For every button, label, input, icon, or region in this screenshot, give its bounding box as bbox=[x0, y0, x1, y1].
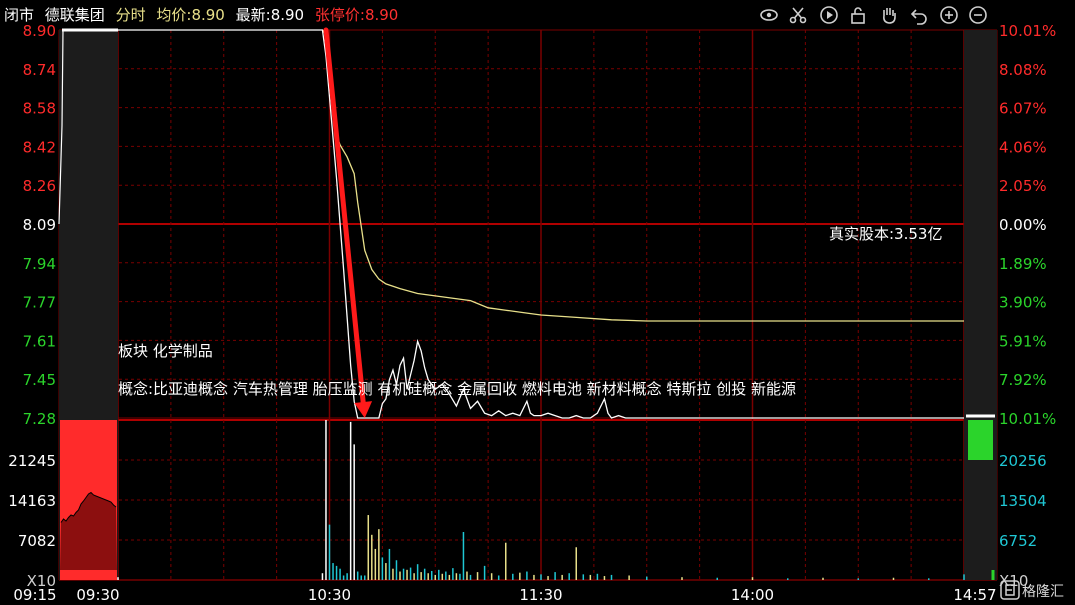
pct-tick-right: 0.00% bbox=[999, 216, 1047, 234]
avg-price-label: 均价: bbox=[156, 6, 192, 24]
zoom-in-icon[interactable] bbox=[938, 4, 960, 26]
time-tick: 10:30 bbox=[308, 586, 351, 604]
concepts-label: 概念:比亚迪概念 汽车热管理 胎压监测 有机硅概念 金属回收 燃料电池 新材料概… bbox=[118, 380, 796, 398]
chart-mode[interactable]: 分时 bbox=[116, 6, 146, 24]
price-tick-left: 8.26 bbox=[23, 177, 56, 195]
hand-icon[interactable] bbox=[878, 4, 900, 26]
pct-tick-right: 8.08% bbox=[999, 61, 1047, 79]
volume-tick-right: 13504 bbox=[999, 492, 1047, 510]
undo-icon[interactable] bbox=[908, 4, 930, 26]
price-tick-left: 8.42 bbox=[23, 138, 56, 156]
last-price-value: 8.90 bbox=[270, 6, 305, 24]
minute-chart: 8.908.748.588.428.268.097.947.777.617.45… bbox=[8, 22, 1056, 604]
pct-tick-right: 5.91% bbox=[999, 332, 1047, 350]
auction-panels bbox=[58, 28, 997, 580]
axis-labels: 8.908.748.588.428.268.097.947.777.617.45… bbox=[8, 22, 1056, 604]
pct-tick-right: 7.92% bbox=[999, 371, 1047, 389]
last-price-label: 最新: bbox=[235, 6, 271, 24]
time-tick: 11:30 bbox=[519, 586, 562, 604]
chart-stage: 8.90 8.74 8.58 8.42 8.26 8.09 7.94 7.77 7.61 7.45… bbox=[0, 0, 1075, 605]
price-tick-left: 7.77 bbox=[23, 294, 56, 312]
watermark-text: 格隆汇 bbox=[1022, 584, 1064, 600]
price-tick-left: 8.74 bbox=[23, 61, 56, 79]
time-tick: 14:00 bbox=[731, 586, 774, 604]
zoom-out-icon[interactable] bbox=[967, 4, 989, 26]
volume-tick-right: 20256 bbox=[999, 452, 1047, 470]
pct-tick-right: 4.06% bbox=[999, 138, 1047, 156]
eye-icon[interactable] bbox=[758, 4, 780, 26]
volume-tick-right: 6752 bbox=[999, 532, 1037, 550]
scissors-icon[interactable] bbox=[787, 4, 809, 26]
market-status: 闭市 bbox=[4, 6, 35, 24]
volume-tick-left: 21245 bbox=[8, 452, 56, 470]
chart-header: 闭市 德联集团 分时 均价:8.90 最新:8.90 张停价:8.90 bbox=[4, 4, 404, 25]
pct-tick-right: 10.01% bbox=[999, 22, 1056, 40]
play-icon[interactable] bbox=[818, 4, 840, 26]
stock-name: 德联集团 bbox=[44, 6, 105, 24]
price-tick-left: 7.28 bbox=[23, 410, 56, 428]
close-auction-volume-block bbox=[968, 420, 993, 460]
close-auction-panel bbox=[964, 30, 997, 580]
time-tick: 14:57 bbox=[953, 586, 996, 604]
limit-price-value: 8.90 bbox=[364, 6, 399, 24]
annotation-arrow-shaft bbox=[323, 27, 366, 405]
price-tick-left: 7.45 bbox=[23, 371, 56, 389]
time-tick: 09:15 bbox=[13, 586, 56, 604]
volume-tick-left: 14163 bbox=[8, 492, 56, 510]
grid-layer bbox=[58, 29, 998, 581]
open-auction-volume-base bbox=[60, 570, 117, 580]
avg-price-line bbox=[321, 29, 964, 322]
avg-price-value: 8.90 bbox=[191, 6, 225, 24]
time-tick: 09:30 bbox=[76, 586, 119, 604]
pct-tick-right: 3.90% bbox=[999, 294, 1047, 312]
price-tick-left: 8.09 bbox=[23, 216, 56, 234]
volume-tick-left: 7082 bbox=[18, 532, 56, 550]
pct-tick-right: 1.89% bbox=[999, 255, 1047, 273]
pct-tick-right: 2.05% bbox=[999, 177, 1047, 195]
lock-icon[interactable] bbox=[847, 4, 869, 26]
price-tick-left: 7.61 bbox=[23, 332, 56, 350]
price-tick-left: 8.58 bbox=[23, 100, 56, 118]
sector-label: 板块 化学制品 bbox=[118, 342, 213, 360]
pct-tick-right: 6.07% bbox=[999, 100, 1047, 118]
share-capital-label: 真实股本:3.53亿 bbox=[829, 225, 943, 243]
price-tick-left: 7.94 bbox=[23, 255, 56, 273]
pct-tick-right: 10.01% bbox=[999, 410, 1056, 428]
limit-price-label: 张停价: bbox=[314, 6, 365, 24]
watermark-logo-icon bbox=[1000, 580, 1020, 600]
watermark: 格隆汇 bbox=[1000, 579, 1074, 601]
